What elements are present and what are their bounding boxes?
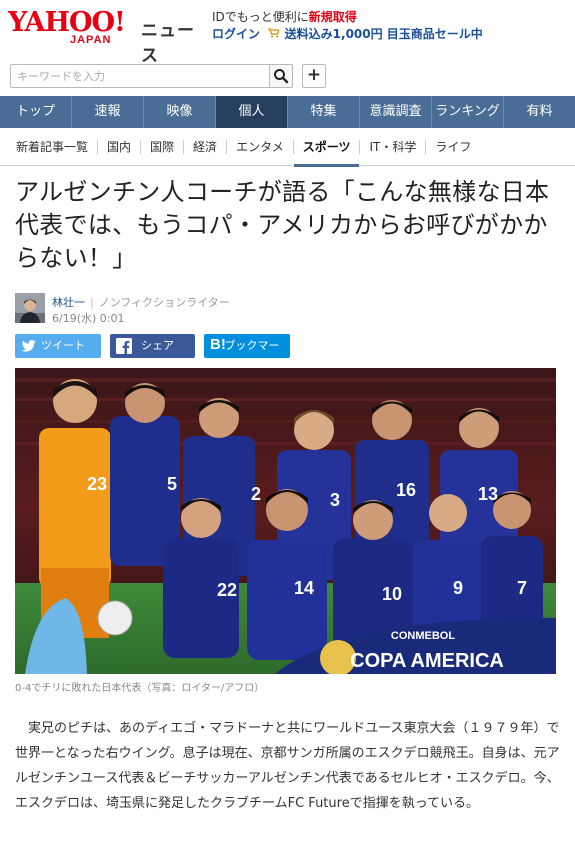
site-header: YAHOO! JAPAN ニュース IDでもっと便利に新規取得 ログイン 送料込… <box>0 0 575 67</box>
signup-link[interactable]: 新規取得 <box>309 10 357 24</box>
plus-icon: + <box>306 65 322 85</box>
banner-copa-america: COPA AMERICA <box>350 650 504 672</box>
sale-promo-link[interactable]: 送料込み1,000円 目玉商品セール中 <box>285 27 483 41</box>
photo-caption: 0-4でチリに敗れた日本代表（写真：ロイター/アフロ） <box>15 683 265 694</box>
banner-conmebol: CONMEBOL <box>391 630 455 642</box>
yahoo-news-logo[interactable]: YAHOO! JAPAN ニュース <box>8 8 198 67</box>
jersey-number: 13 <box>478 484 498 504</box>
jersey-number: 3 <box>330 490 340 510</box>
article-photo[interactable]: 23 5 2 3 16 13 22 14 10 9 7 CONMEBOL COP… <box>15 368 556 674</box>
author-divider: | <box>90 296 94 309</box>
category-international[interactable]: 国際 <box>141 139 185 154</box>
category-economy[interactable]: 経済 <box>184 139 228 154</box>
jersey-number: 10 <box>382 584 402 604</box>
facebook-share-label: シェア <box>141 339 174 352</box>
header-info: IDでもっと便利に新規取得 ログイン 送料込み1,000円 目玉商品セール中 <box>212 9 483 43</box>
tab-individual[interactable]: 個人 <box>216 96 288 128</box>
search-bar: + <box>10 64 328 88</box>
twitter-share-button[interactable]: ツイート <box>15 334 101 358</box>
category-it-science[interactable]: IT・科学 <box>360 139 427 154</box>
add-button[interactable]: + <box>302 64 326 88</box>
hatena-bookmark-button[interactable]: B! ブックマー <box>204 334 290 358</box>
cart-icon <box>267 27 283 41</box>
category-domestic[interactable]: 国内 <box>98 139 142 154</box>
tab-video[interactable]: 映像 <box>144 96 216 128</box>
jersey-number: 23 <box>87 474 107 494</box>
jersey-number: 9 <box>453 578 463 598</box>
jersey-number: 7 <box>517 578 527 598</box>
tab-survey[interactable]: 意識調査 <box>360 96 432 128</box>
author-avatar[interactable] <box>15 293 45 323</box>
category-entertainment[interactable]: エンタメ <box>227 139 294 154</box>
jersey-number: 14 <box>294 578 314 598</box>
category-sports[interactable]: スポーツ <box>293 139 361 167</box>
publish-date: 6/19(水) 0:01 <box>52 312 125 325</box>
author-role: ノンフィクションライター <box>98 296 230 309</box>
author-name[interactable]: 林壮一 <box>52 296 85 309</box>
logo-japan: JAPAN <box>70 34 112 46</box>
tab-breaking[interactable]: 速報 <box>72 96 144 128</box>
tab-ranking[interactable]: ランキング <box>432 96 504 128</box>
hatena-bookmark-label: ブックマー <box>224 339 280 352</box>
jersey-number: 2 <box>251 484 261 504</box>
twitter-share-label: ツイート <box>41 339 85 352</box>
tab-paid[interactable]: 有料 <box>504 96 575 128</box>
author-line: 林壮一 | ノンフィクションライター <box>52 294 230 310</box>
jersey-number: 5 <box>167 474 177 494</box>
facebook-share-button[interactable]: シェア <box>110 334 195 358</box>
article-title: アルゼンチン人コーチが語る「こんな無様な日本代表では、もうコパ・アメリカからお呼… <box>15 178 550 272</box>
main-nav: トップ 速報 映像 個人 特集 意識調査 ランキング 有料 <box>0 96 575 128</box>
search-input[interactable] <box>10 64 270 88</box>
search-icon <box>274 69 289 84</box>
id-promo-text: IDでもっと便利に <box>212 10 309 24</box>
logo-section: ニュース <box>141 21 195 66</box>
search-button[interactable] <box>269 64 293 88</box>
jersey-number: 22 <box>217 580 237 600</box>
category-life[interactable]: ライフ <box>426 140 480 154</box>
jersey-number: 16 <box>396 480 416 500</box>
tab-top[interactable]: トップ <box>0 96 72 128</box>
tab-features[interactable]: 特集 <box>288 96 360 128</box>
article-body: 実兄のピチは、あのディエゴ・マラドーナと共にワールドユース東京大会（１９７９年）… <box>15 721 560 811</box>
login-link[interactable]: ログイン <box>212 27 260 41</box>
category-latest[interactable]: 新着記事一覧 <box>10 139 99 154</box>
category-nav: 新着記事一覧 国内 国際 経済 エンタメ スポーツ IT・科学 ライフ <box>0 128 575 167</box>
